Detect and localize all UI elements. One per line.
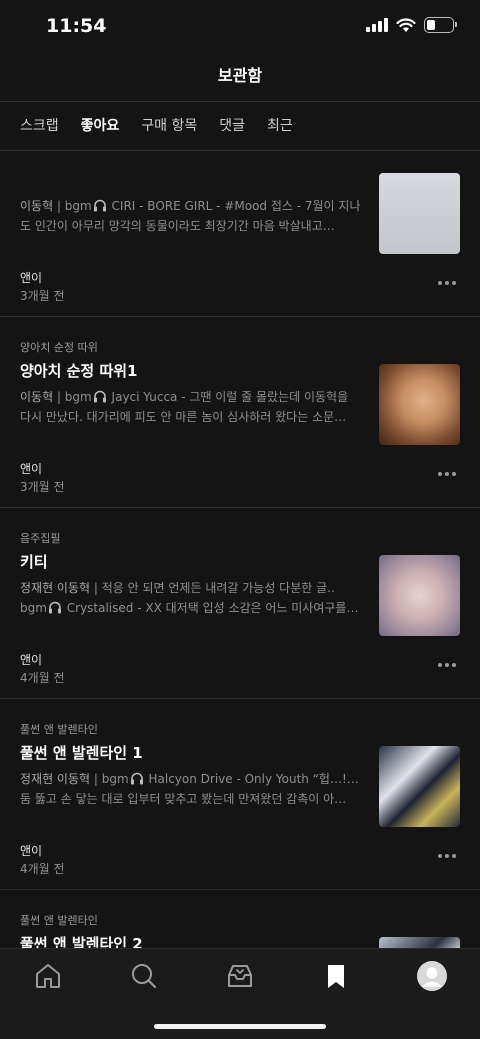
series-name[interactable]: 풀썬 앤 발렌타인 <box>20 721 98 737</box>
nav-search-button[interactable] <box>124 959 164 993</box>
excerpt-line-1: 이동혁 | bgm Jayci Yucca - 그땐 이럴 줄 몰랐는데 이동혁… <box>20 387 362 407</box>
post-thumbnail[interactable] <box>379 937 460 948</box>
list-item[interactable]: 풀썬 앤 발렌타인풀썬 앤 발렌타인 1 정재현 이동혁 | bgm Halcyo… <box>0 699 480 890</box>
battery-fill <box>427 20 436 30</box>
headphones-icon <box>130 772 143 785</box>
nav-profile-button[interactable] <box>412 959 452 993</box>
excerpt-line-2: 도 인간이 아무리 망각의 동물이라도 최장기간 마음 박살내고… <box>20 219 335 233</box>
post-thumbnail[interactable] <box>379 173 460 254</box>
excerpt-line-1: 정재현 이동혁 | bgm Halcyon Drive - Only Youth… <box>20 769 362 789</box>
excerpt-line-1-text: | 적응 안 되면 언제든 내려갈 가능성 다분한 글.. <box>90 581 335 595</box>
status-time: 11:54 <box>46 15 107 37</box>
post-thumbnail[interactable] <box>379 364 460 445</box>
more-options-icon[interactable] <box>438 658 458 672</box>
writer-name[interactable]: 앤이 <box>20 460 42 477</box>
more-options-icon[interactable] <box>438 467 458 481</box>
post-date: 3개월 전 <box>20 480 65 494</box>
writer-name[interactable]: 앤이 <box>20 651 42 668</box>
battery-icon <box>424 17 457 33</box>
excerpt-line-1-text: | bgm CIRI - BORE GIRL - #Mood 접스 - 7월이 … <box>53 199 361 213</box>
liked-posts-list[interactable]: 이동혁 | bgm CIRI - BORE GIRL - #Mood 접스 - … <box>0 151 480 948</box>
list-item[interactable]: 음주집필키티정재현 이동혁 | 적응 안 되면 언제든 내려갈 가능성 다분한 … <box>0 508 480 699</box>
nav-library-button[interactable] <box>316 959 356 993</box>
writer-name[interactable]: 앤이 <box>20 842 42 859</box>
profile-avatar-icon <box>417 961 447 991</box>
more-options-icon[interactable] <box>438 276 458 290</box>
excerpt-line-1: 이동혁 | bgm CIRI - BORE GIRL - #Mood 접스 - … <box>20 196 362 216</box>
post-thumbnail[interactable] <box>379 746 460 827</box>
excerpt-line-1-text: | bgm Jayci Yucca - 그땐 이럴 줄 몰랐는데 이동혁을 <box>53 390 349 404</box>
nav-home-button[interactable] <box>28 959 68 993</box>
post-title[interactable]: 키티 <box>20 551 48 572</box>
tab-likes[interactable]: 좋아요 <box>81 102 120 150</box>
post-excerpt: 이동혁 | bgm Jayci Yucca - 그땐 이럴 줄 몰랐는데 이동혁… <box>20 387 362 427</box>
series-name[interactable]: 음주집필 <box>20 530 60 546</box>
list-item[interactable]: 이동혁 | bgm CIRI - BORE GIRL - #Mood 접스 - … <box>0 151 480 317</box>
cellular-signal-icon <box>366 18 388 32</box>
excerpt-line-2: 다시 만났다. 대가리에 피도 안 마른 놈이 심사하러 왔다는 소문… <box>20 410 347 424</box>
headphones-icon <box>48 601 61 614</box>
bookmark-icon <box>328 965 344 988</box>
post-excerpt: 정재현 이동혁 | 적응 안 되면 언제든 내려갈 가능성 다분한 글.. bgm… <box>20 578 362 618</box>
post-thumbnail[interactable] <box>379 555 460 636</box>
post-excerpt: 이동혁 | bgm CIRI - BORE GIRL - #Mood 접스 - … <box>20 196 362 236</box>
tab-scrap[interactable]: 스크랩 <box>20 102 59 150</box>
list-item[interactable]: 양아치 순정 따위양아치 순정 따위1 이동혁 | bgm Jayci Yucca… <box>0 317 480 508</box>
post-title[interactable]: 양아치 순정 따위1 <box>20 360 137 381</box>
post-date: 4개월 전 <box>20 671 65 685</box>
headphones-icon <box>93 199 106 212</box>
excerpt-author: 정재현 이동혁 <box>20 581 91 595</box>
page-title: 보관함 <box>217 66 263 85</box>
search-icon <box>132 964 157 989</box>
excerpt-line-2: 둠 뚫고 손 닿는 대로 입부터 맞추고 봤는데 만져왔던 감촉이 아… <box>20 792 347 806</box>
tab-purchases[interactable]: 구매 항목 <box>141 102 197 150</box>
excerpt-line-1-text: | bgm Halcyon Drive - Only Youth “헙…!” 어 <box>90 772 362 786</box>
wifi-icon <box>396 17 416 32</box>
page-header: 보관함 <box>0 54 480 102</box>
series-name[interactable]: 양아치 순정 따위 <box>20 339 98 355</box>
inbox-icon <box>228 965 252 987</box>
headphones-icon <box>93 390 106 403</box>
home-indicator <box>154 1024 326 1029</box>
series-name[interactable]: 풀썬 앤 발렌타인 <box>20 912 98 928</box>
excerpt-author: 이동혁 <box>20 390 54 404</box>
tab-recent[interactable]: 최근 <box>267 102 293 150</box>
more-options-icon[interactable] <box>438 849 458 863</box>
nav-inbox-button[interactable] <box>220 959 260 993</box>
tab-comments[interactable]: 댓글 <box>219 102 245 150</box>
post-title[interactable]: 풀썬 앤 발렌타인 1 <box>20 742 143 763</box>
post-date: 4개월 전 <box>20 862 65 876</box>
post-title[interactable]: 풀썬 앤 발렌타인 2 <box>20 933 143 948</box>
post-excerpt: 정재현 이동혁 | bgm Halcyon Drive - Only Youth… <box>20 769 362 809</box>
library-tabs: 스크랩 좋아요 구매 항목 댓글 최근 <box>0 102 480 150</box>
post-date: 3개월 전 <box>20 289 65 303</box>
list-item[interactable]: 풀썬 앤 발렌타인풀썬 앤 발렌타인 2정재현 이동혁 | bgm Tommy … <box>0 890 480 948</box>
excerpt-line-1: 정재현 이동혁 | 적응 안 되면 언제든 내려갈 가능성 다분한 글.. <box>20 578 362 598</box>
excerpt-line-2: bgm Crystalised - XX 대저택 입성 소감은 어느 미사여구를… <box>20 601 359 615</box>
home-icon <box>36 964 60 988</box>
bottom-nav <box>0 948 480 1039</box>
writer-name[interactable]: 앤이 <box>20 269 42 286</box>
status-bar: 11:54 <box>0 0 480 54</box>
excerpt-author: 이동혁 <box>20 199 54 213</box>
status-icons <box>366 17 457 33</box>
excerpt-author: 정재현 이동혁 <box>20 772 91 786</box>
